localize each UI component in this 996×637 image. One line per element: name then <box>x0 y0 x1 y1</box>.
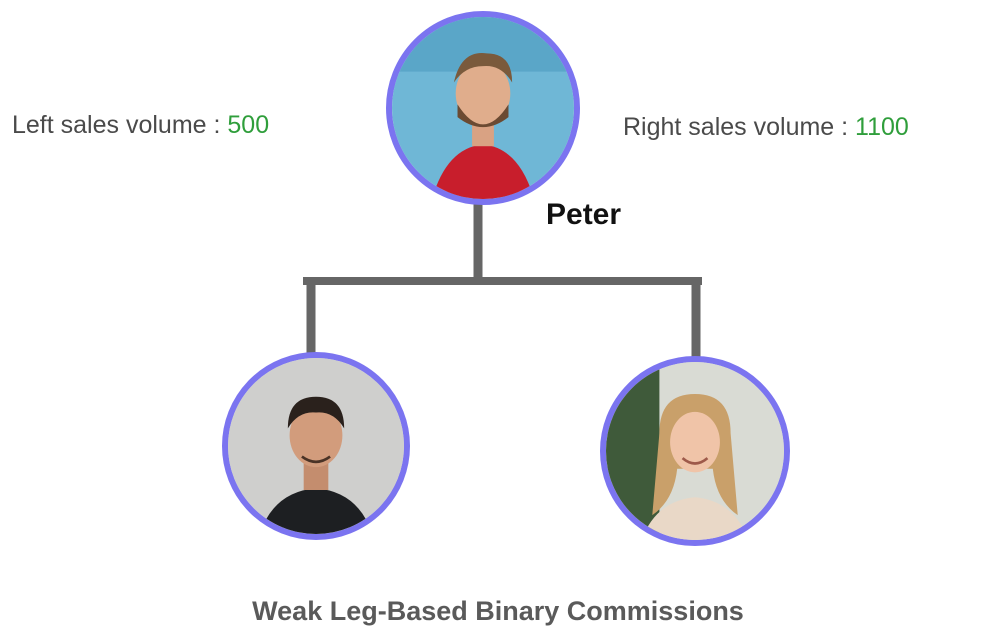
right-child-avatar <box>600 356 790 546</box>
left-volume-value: 500 <box>227 111 270 139</box>
root-avatar-photo <box>392 17 574 199</box>
diagram-caption: Weak Leg-Based Binary Commissions <box>252 596 744 626</box>
right-sales-volume: Right sales volume : 1100 <box>623 113 909 142</box>
left-sales-volume: Left sales volume : 500 <box>12 111 269 140</box>
right-volume-value: 1100 <box>855 113 909 141</box>
left-child-avatar-photo <box>228 358 404 534</box>
right-volume-label: Right sales volume : <box>623 113 856 141</box>
left-volume-label: Left sales volume : <box>12 111 228 139</box>
right-child-avatar-photo <box>606 362 784 540</box>
root-name: Peter <box>546 198 622 231</box>
left-child-avatar <box>222 352 410 540</box>
root-avatar <box>386 11 580 205</box>
